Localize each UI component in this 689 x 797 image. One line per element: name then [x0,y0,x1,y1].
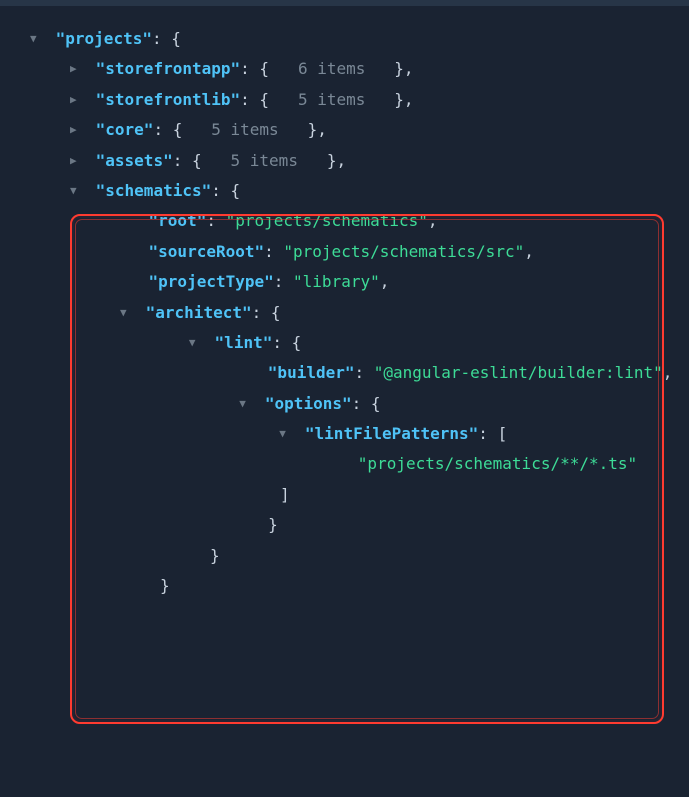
chevron-down-icon[interactable] [239,394,253,415]
json-punct: }, [394,90,413,109]
json-punct: , [663,363,673,382]
tree-row-projects[interactable]: "projects": { [8,24,681,54]
item-count: 5 items [211,120,278,139]
tree-row-options[interactable]: "options": { [8,389,681,419]
chevron-right-icon[interactable] [70,120,84,141]
item-count: 5 items [298,90,365,109]
json-key: "architect" [146,303,252,322]
json-punct: : { [252,303,281,322]
tree-row-lint[interactable]: "lint": { [8,328,681,358]
json-punct: : [274,272,293,291]
json-string: "library" [293,272,380,291]
chevron-down-icon[interactable] [30,29,44,50]
tree-row-pattern-value: "projects/schematics/**/*.ts" [8,449,681,479]
json-punct: , [428,211,438,230]
json-punct: : { [240,59,269,78]
item-count: 6 items [298,59,365,78]
tree-row-lintfilepatterns[interactable]: "lintFilePatterns": [ [8,419,681,449]
json-key: "storefrontapp" [96,59,241,78]
json-string: "projects/schematics" [226,211,428,230]
json-punct: : { [272,333,301,352]
json-key: "lint" [215,333,273,352]
json-punct: }, [394,59,413,78]
close-brace-row: } [8,541,681,571]
chevron-right-icon[interactable] [70,90,84,111]
json-punct: : { [153,120,182,139]
json-key: "projects" [56,29,152,48]
json-punct: : [206,211,225,230]
json-punct: : { [240,90,269,109]
json-key: "core" [96,120,154,139]
json-punct: : [264,242,283,261]
chevron-right-icon[interactable] [70,151,84,172]
tree-row-storefrontapp[interactable]: "storefrontapp": { 6 items }, [8,54,681,84]
chevron-down-icon[interactable] [70,181,84,202]
json-key: "schematics" [96,181,212,200]
tree-row-core[interactable]: "core": { 5 items }, [8,115,681,145]
json-punct: }, [308,120,327,139]
json-punct: } [268,515,278,534]
tree-row-assets[interactable]: "assets": { 5 items }, [8,146,681,176]
json-string: "projects/schematics/**/*.ts" [358,454,637,473]
chevron-down-icon[interactable] [279,424,293,445]
json-key: "assets" [96,151,173,170]
json-punct: : { [211,181,240,200]
tree-row-schematics[interactable]: "schematics": { [8,176,681,206]
close-bracket-row: ] [8,480,681,510]
json-key: "builder" [268,363,355,382]
tree-row-sourceroot: "sourceRoot": "projects/schematics/src", [8,237,681,267]
json-string: "@angular-eslint/builder:lint" [374,363,663,382]
json-string: "projects/schematics/src" [283,242,524,261]
json-punct: }, [327,151,346,170]
chevron-down-icon[interactable] [189,333,203,354]
chevron-down-icon[interactable] [120,303,134,324]
json-key: "storefrontlib" [96,90,241,109]
tree-row-architect[interactable]: "architect": { [8,298,681,328]
json-key: "lintFilePatterns" [305,424,478,443]
json-punct: } [160,576,170,595]
json-key: "projectType" [149,272,274,291]
item-count: 5 items [231,151,298,170]
json-punct: : [355,363,374,382]
json-key: "options" [265,394,352,413]
chevron-right-icon[interactable] [70,59,84,80]
json-punct: } [210,546,220,565]
json-punct: : { [152,29,181,48]
json-punct: , [380,272,390,291]
close-brace-row: } [8,571,681,601]
tree-row-storefrontlib[interactable]: "storefrontlib": { 5 items }, [8,85,681,115]
json-punct: : [ [478,424,507,443]
json-punct: , [524,242,534,261]
tree-row-projecttype: "projectType": "library", [8,267,681,297]
close-brace-row: } [8,510,681,540]
json-key: "sourceRoot" [149,242,265,261]
json-tree-viewer: "projects": { "storefrontapp": { 6 items… [0,6,689,609]
json-punct: : { [352,394,381,413]
json-key: "root" [149,211,207,230]
tree-row-builder: "builder": "@angular-eslint/builder:lint… [8,358,681,388]
tree-row-root: "root": "projects/schematics", [8,206,681,236]
json-punct: ] [280,485,290,504]
json-punct: : { [173,151,202,170]
